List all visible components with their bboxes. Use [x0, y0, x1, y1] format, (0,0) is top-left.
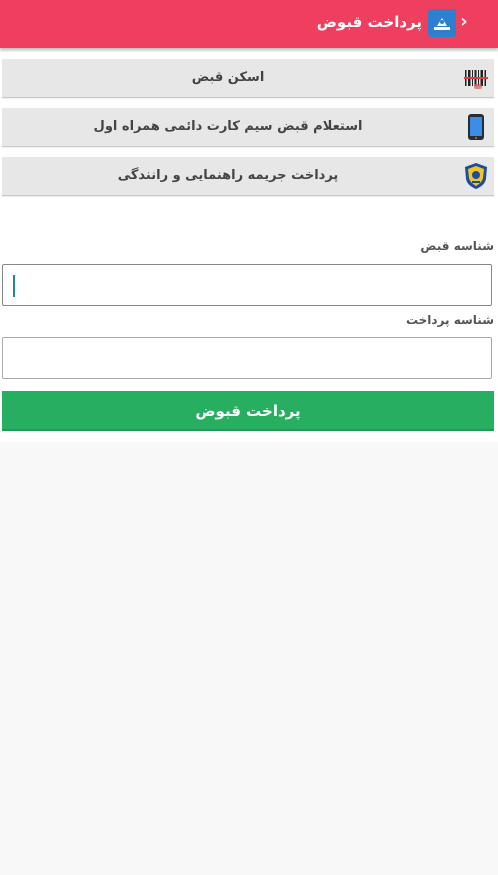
barcode-scanner-icon [462, 64, 490, 92]
mobile-phone-icon [462, 113, 490, 141]
menu-item-sim-bill-inquiry[interactable]: استعلام قبض سیم کارت دائمی همراه اول [2, 108, 494, 147]
menu-item-label: اسکن قبض [191, 70, 265, 85]
payment-id-field[interactable] [2, 337, 492, 379]
payment-id-label: شناسه پرداخت [405, 313, 494, 327]
bill-id-label: شناسه قبض [420, 239, 494, 253]
page-title: پرداخت قبوض [316, 13, 422, 31]
traffic-police-badge-icon [462, 162, 490, 190]
menu-item-label: استعلام قبض سیم کارت دائمی همراه اول [93, 119, 363, 134]
menu-item-scan-bill[interactable]: اسکن قبض [2, 59, 494, 98]
bill-payment-logo-icon [428, 9, 456, 37]
pay-bills-button[interactable]: پرداخت قبوض [2, 391, 494, 431]
menu-item-traffic-fine[interactable]: پرداخت جریمه راهنمایی و رانندگی [2, 157, 494, 196]
app-screen: ‹ پرداخت قبوض اسکن قبض استعلام قبض سیم ک… [0, 0, 498, 875]
app-header: ‹ پرداخت قبوض [0, 0, 498, 48]
bill-id-field[interactable] [2, 264, 492, 306]
text-caret [13, 275, 15, 297]
menu-item-label: پرداخت جریمه راهنمایی و رانندگی [117, 168, 339, 183]
chevron-back-icon[interactable]: ‹ [458, 11, 470, 33]
